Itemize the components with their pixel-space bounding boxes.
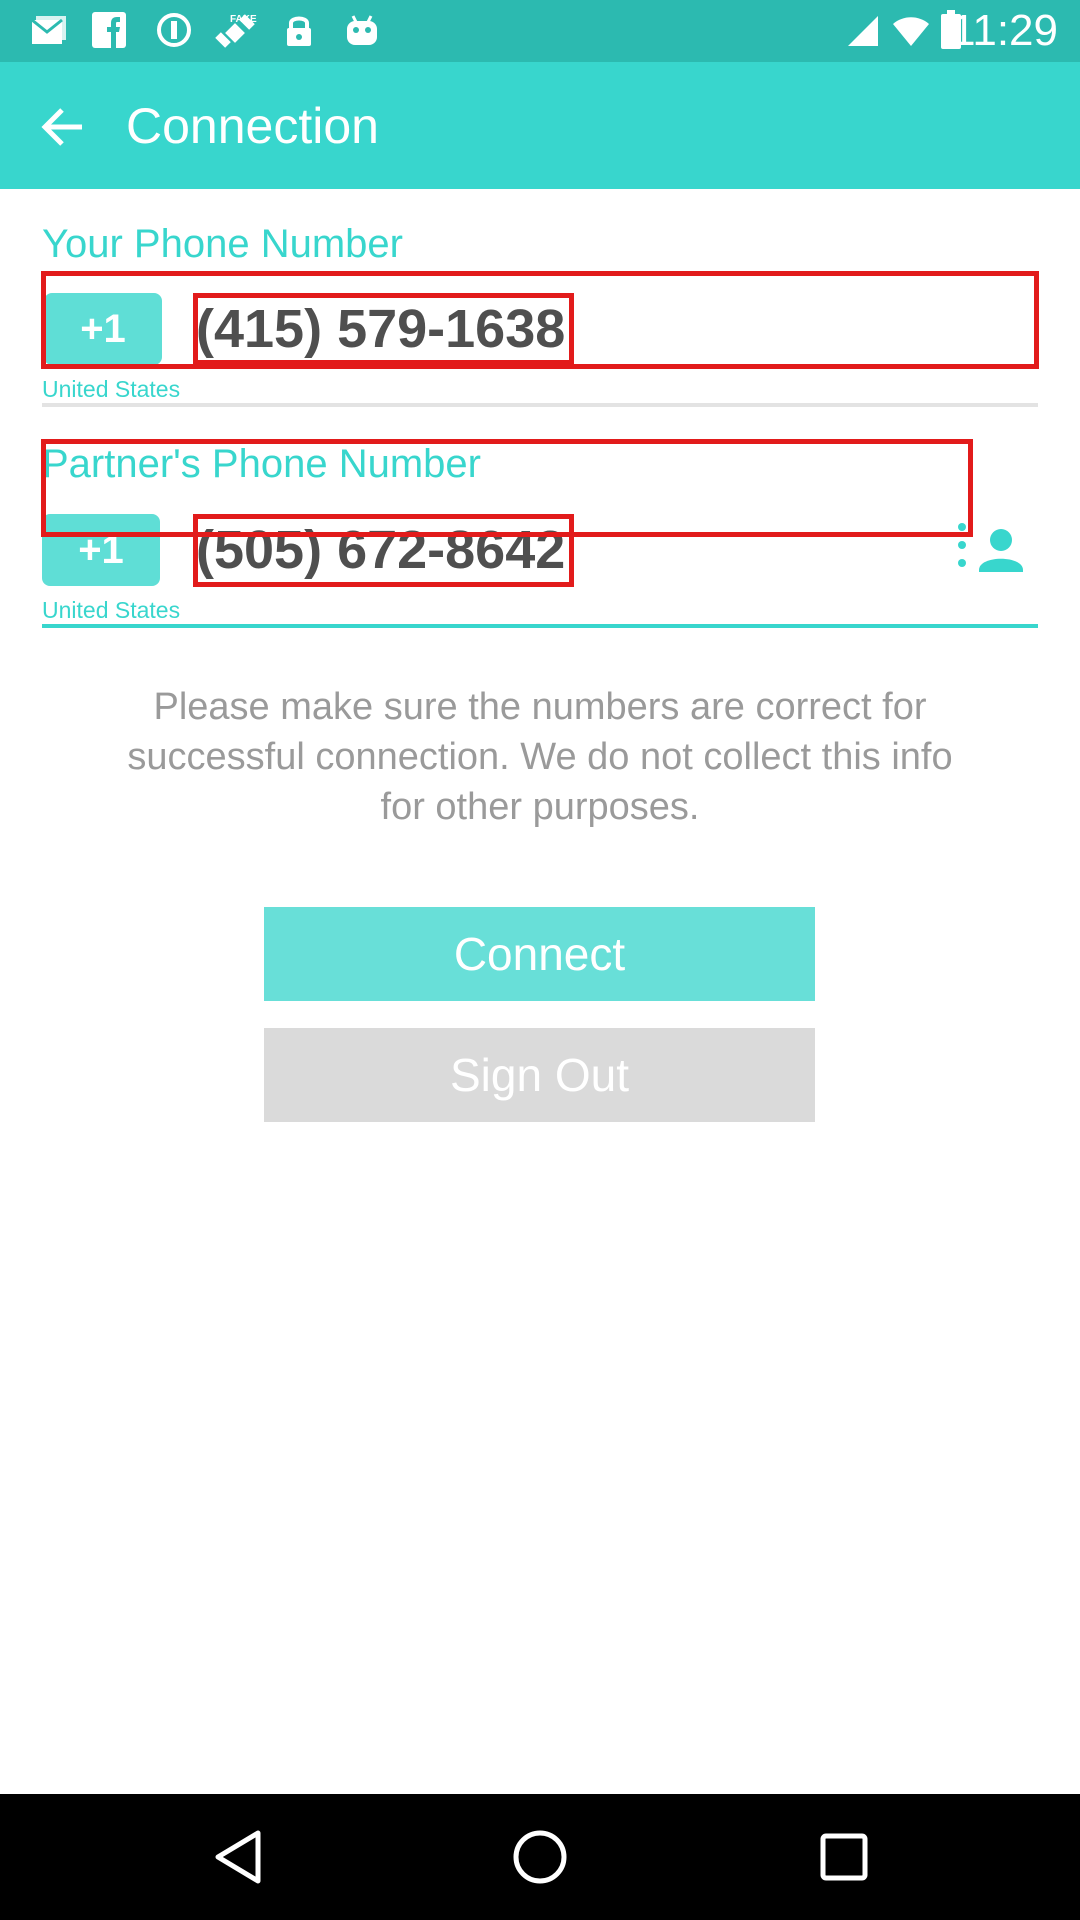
page-title: Connection <box>126 98 379 154</box>
arrow-left-icon[interactable] <box>38 102 88 152</box>
highlight-box <box>193 293 574 365</box>
back-triangle-icon[interactable] <box>210 1827 266 1887</box>
your-phone-underline <box>42 403 1038 407</box>
facebook-icon <box>92 12 126 48</box>
your-phone-label: Your Phone Number <box>42 222 403 266</box>
highlight-box <box>193 514 574 587</box>
sign-out-button[interactable]: Sign Out <box>264 1028 815 1122</box>
recents-square-icon[interactable] <box>814 1827 874 1887</box>
partner-phone-underline <box>42 624 1038 628</box>
navigation-bar <box>0 1794 1080 1920</box>
fake-gps-icon: FAKE <box>215 14 257 48</box>
status-time: 11:29 <box>951 6 1058 55</box>
svg-text:FAKE: FAKE <box>230 14 257 25</box>
partner-country-name: United States <box>42 597 181 623</box>
email-icon <box>31 16 66 44</box>
app-bar: Connection <box>0 62 1080 189</box>
home-circle-icon[interactable] <box>510 1827 570 1887</box>
connect-button[interactable]: Connect <box>264 907 815 1001</box>
info-text: Please make sure the numbers are correct… <box>127 686 953 828</box>
android-icon <box>347 15 377 45</box>
status-bar: FAKE 11:29 <box>0 0 1080 62</box>
your-country-name: United States <box>42 376 181 402</box>
signal-icon <box>848 16 878 46</box>
sync-icon <box>157 13 191 47</box>
wifi-icon <box>893 17 929 46</box>
lock-icon <box>287 16 311 46</box>
